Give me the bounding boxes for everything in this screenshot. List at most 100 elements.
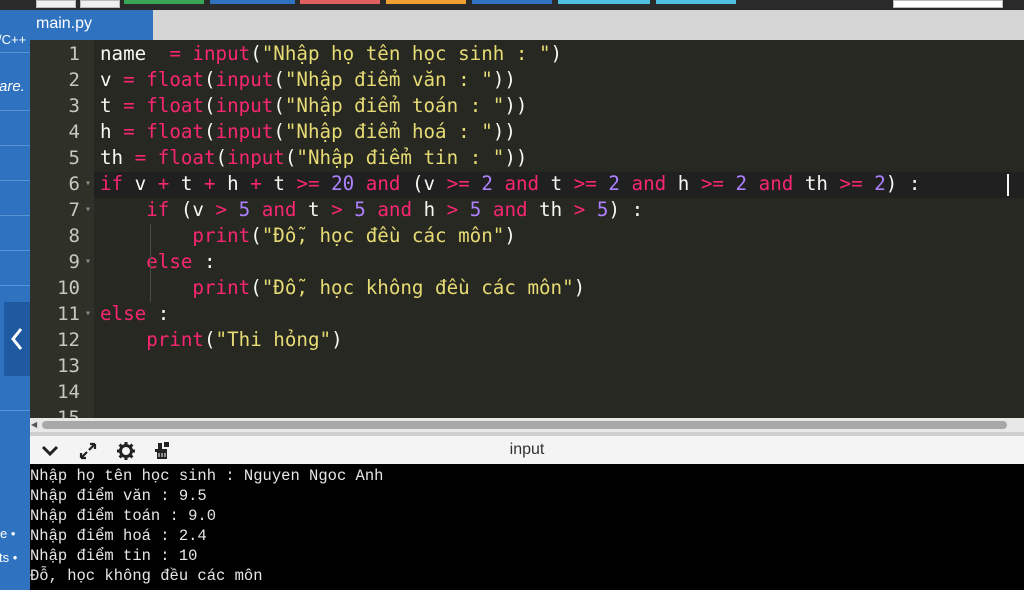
code-token: input [215,120,274,143]
expand-console-button[interactable] [76,439,100,463]
code-token: ( [250,42,262,65]
toolbar-tab[interactable] [558,0,650,4]
scroll-left-arrow-icon[interactable]: ◀ [31,420,37,429]
code-line[interactable]: else : [100,301,169,327]
code-line[interactable]: print("Đỗ, học đều các môn") [100,223,515,249]
toolbar-tab[interactable] [300,0,380,4]
toolbar-tab[interactable] [124,0,204,4]
code-line[interactable]: th = float(input("Nhập điểm tin : ")) [100,145,527,171]
code-token: ) : [885,172,921,195]
code-token: v [100,68,124,91]
code-token: 5 [596,198,609,221]
left-sidebar: /C++ are. e • ts • [0,10,30,590]
console-output-line: Nhập điểm hoá : 2.4 [30,527,207,545]
code-token: ) : [608,198,644,221]
sidebar-collapse-button[interactable] [4,302,30,376]
line-number: 9 ▾ [30,249,94,275]
code-line[interactable]: h = float(input("Nhập điểm hoá : ")) [100,119,516,145]
code-token: + [250,172,262,195]
line-number: 5 [30,145,94,171]
toolbar-select[interactable] [893,0,1003,8]
code-token: "Đỗ, học không đều các môn" [261,276,574,299]
console-settings-button[interactable] [114,439,138,463]
code-token: = [123,68,147,91]
code-token: "Nhập họ tên học sinh : " [261,42,551,65]
code-token: else [100,302,147,325]
editor-horizontal-scrollbar[interactable]: ◀ [30,418,1024,432]
code-token: ( [203,94,216,117]
console-output[interactable]: Nhập họ tên học sinh : Nguyen Ngoc Anh Nh… [30,464,1024,590]
code-token: >= [446,172,470,195]
code-token: )) [504,146,528,169]
toolbar-field[interactable] [80,0,120,8]
code-line[interactable]: name = input("Nhập họ tên học sinh : ") [100,41,562,67]
tab-main-py[interactable]: main.py [30,10,153,40]
console-output-line: Đỗ, học không đều các môn [30,567,263,585]
text-cursor [1007,174,1009,196]
code-editor[interactable]: 1 2 3 4 5 6 ▾ 7 ▾ 8 9 ▾ 10 11 ▾ 12 13 14 15 name = input("… [30,40,1024,418]
toolbar-tab[interactable] [656,0,736,4]
fold-toggle-icon[interactable]: ▾ [85,301,91,327]
console-output-line: Nhập họ tên học sinh : Nguyen Ngoc Anh [30,467,384,485]
indent-guide [150,224,151,276]
code-token: ) [550,42,563,65]
code-line[interactable]: t = float(input("Nhập điểm toán : ")) [100,93,527,119]
line-number-text: 12 [57,329,80,351]
line-number: 10 [30,275,94,301]
sidebar-language-label[interactable]: /C++ [0,32,26,47]
code-token: and [492,198,528,221]
fold-toggle-icon[interactable]: ▾ [85,171,91,197]
toolbar-tab[interactable] [386,0,466,4]
line-number-text: 2 [68,69,80,91]
toolbar-tab[interactable] [472,0,552,4]
sidebar-bottom-label[interactable]: ts • [0,550,17,565]
toolbar-tab[interactable] [210,0,295,4]
console-output-line: Nhập điểm tin : 10 [30,547,198,565]
expand-arrows-icon [79,442,97,460]
sidebar-divider [0,180,30,181]
line-number-text: 3 [68,95,80,117]
sidebar-divider [0,215,30,216]
line-number-text: 10 [57,277,80,299]
code-line[interactable]: else : [100,249,215,275]
code-token: h [100,120,124,143]
code-token: = [123,94,147,117]
code-line[interactable]: if (v > 5 and t > 5 and h > 5 and th > 5… [100,197,643,223]
code-line[interactable]: v = float(input("Nhập điểm văn : ")) [100,67,516,93]
code-token: + [157,172,170,195]
code-token: ) [573,276,586,299]
scrollbar-thumb[interactable] [42,421,1007,429]
code-token: )) [504,94,528,117]
sidebar-share-label[interactable]: are. [0,78,25,95]
editor-tab-bar: main.py [30,10,1024,40]
code-token: input [192,42,251,65]
clear-console-button[interactable] [150,439,174,463]
code-line[interactable]: print("Thi hỏng") [100,327,342,353]
toolbar-field[interactable] [36,0,76,8]
fold-toggle-icon[interactable]: ▾ [85,249,91,275]
code-line[interactable]: if v + t + h + t >= 20 and (v >= 2 and t… [100,171,920,197]
line-number-text: 7 [68,199,80,221]
collapse-console-button[interactable] [38,439,62,463]
eraser-hand-icon [155,442,169,459]
line-number: 11 ▾ [30,301,94,327]
line-number: 13 [30,353,94,379]
code-token: )) [492,120,516,143]
code-token: input [215,94,274,117]
fold-toggle-icon[interactable]: ▾ [85,197,91,223]
top-toolbar-strip [0,0,1024,10]
code-line[interactable]: print("Đỗ, học không đều các môn") [100,275,585,301]
code-token: 5 [469,198,482,221]
chevron-left-icon [11,328,23,350]
sidebar-divider [0,285,30,286]
line-number-text: 8 [68,225,80,247]
code-token: (v [169,198,216,221]
chevron-down-icon [41,445,59,457]
sidebar-bottom-label[interactable]: e • [0,526,15,541]
